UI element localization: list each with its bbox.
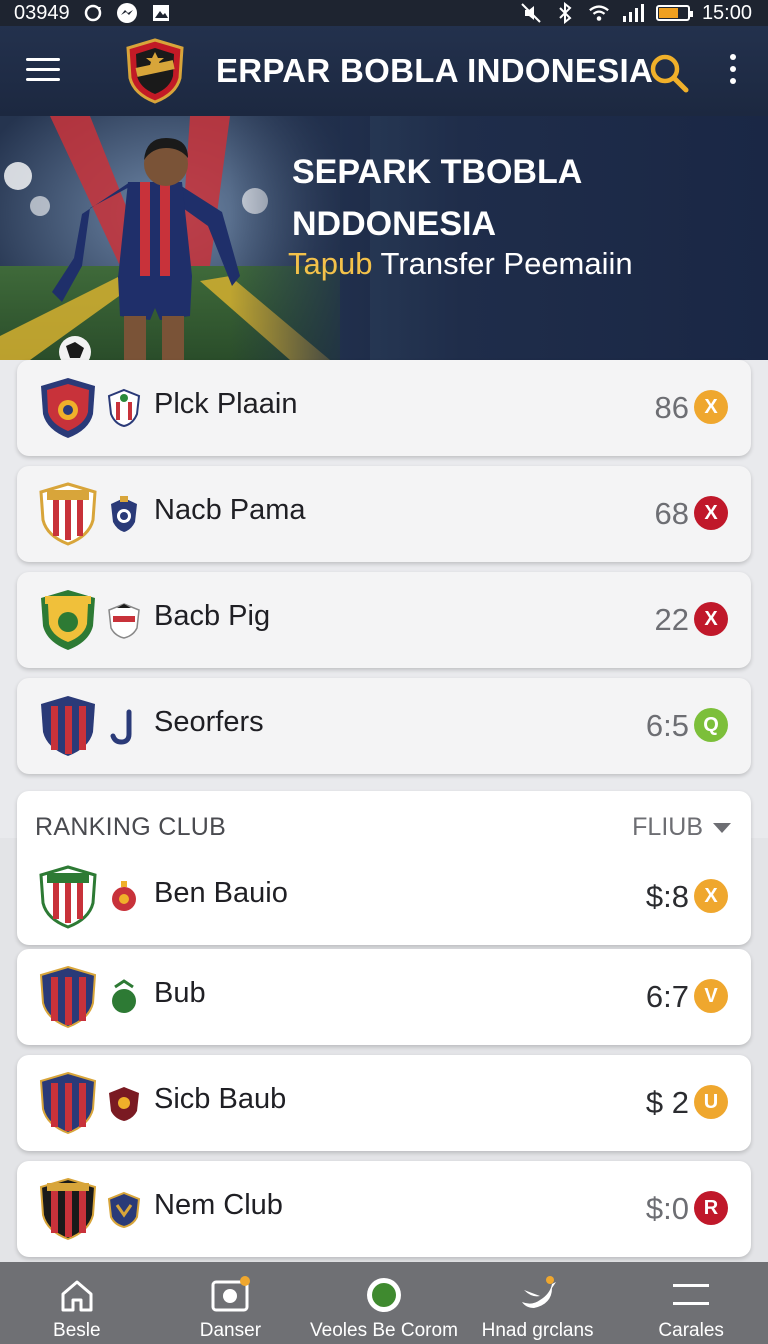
club-logo: [124, 38, 186, 104]
status-badge[interactable]: X: [694, 496, 728, 530]
club-mini-crest: [107, 388, 141, 428]
player-name: Bacb Pig: [154, 600, 271, 632]
player-score: 22: [654, 602, 689, 637]
player-score: 6:5: [645, 708, 689, 743]
club-score: $:8: [645, 879, 689, 914]
status-badge[interactable]: X: [694, 390, 728, 424]
club-mini-crest: [110, 709, 132, 745]
club-mini-crest: [107, 1191, 141, 1229]
club-crest: [39, 965, 97, 1029]
player-row[interactable]: Plck Plaain 86 X: [17, 360, 751, 456]
status-badge[interactable]: V: [694, 979, 728, 1013]
bluetooth-icon: [554, 2, 576, 24]
mute-icon: [520, 2, 542, 24]
signal-icon: [622, 2, 644, 24]
search-icon[interactable]: [648, 52, 690, 94]
club-name: Sicb Baub: [154, 1083, 287, 1115]
nav-item-carales[interactable]: Carales: [614, 1262, 768, 1344]
ranking-filter-dropdown[interactable]: FLIUB: [632, 813, 733, 842]
nav-label: Danser: [199, 1320, 262, 1341]
player-name: Seorfers: [154, 706, 264, 738]
nav-label: Besle: [53, 1320, 101, 1341]
sync-icon: [82, 2, 104, 24]
camera-icon: [211, 1276, 251, 1312]
player-row[interactable]: Seorfers 6:5 Q: [17, 678, 751, 774]
ranking-row[interactable]: Ben Bauio $:8 X: [17, 849, 751, 945]
status-time-left: 03949: [14, 1, 70, 24]
hero-subtitle-accent: Tapub: [288, 246, 373, 281]
ranking-title: RANKING CLUB: [35, 813, 227, 841]
club-crest: [39, 1071, 97, 1135]
status-badge[interactable]: Q: [694, 708, 728, 742]
club-crest: [39, 1177, 97, 1241]
ranking-row[interactable]: Nem Club $:0 R: [17, 1161, 751, 1257]
status-time-right: 15:00: [701, 1, 752, 24]
club-mini-crest: [112, 881, 136, 911]
bottom-navigation: Besle Danser Veoles Be Corom Hnad grclan…: [0, 1262, 768, 1344]
hero-title: SEPARK TBOBLA NDDONESIA: [292, 153, 581, 243]
home-icon: [61, 1280, 93, 1312]
club-name: Ben Bauio: [154, 877, 288, 909]
wifi-icon: [588, 2, 610, 24]
club-mini-crest: [112, 979, 136, 1013]
club-crest: [41, 590, 95, 650]
nav-item-danser[interactable]: Danser: [154, 1262, 308, 1344]
club-score: 6:7: [645, 979, 689, 1014]
player-score: 68: [654, 496, 689, 531]
club-mini-crest: [111, 496, 137, 532]
nav-item-besle[interactable]: Besle: [0, 1262, 154, 1344]
image-icon: [150, 2, 172, 24]
lines-icon: [673, 1284, 710, 1305]
hero-banner[interactable]: SEPARK TBOBLA NDDONESIA Tapub Transfer P…: [0, 116, 768, 360]
ranking-section: RANKING CLUB FLIUB Ben Bauio $:8 X: [17, 791, 751, 945]
club-crest: [41, 696, 95, 756]
player-row[interactable]: Bacb Pig 22 X: [17, 572, 751, 668]
more-vert-icon[interactable]: [722, 54, 744, 94]
player-name: Nacb Pama: [154, 494, 306, 526]
record-icon: [366, 1278, 401, 1312]
status-badge[interactable]: X: [694, 602, 728, 636]
club-mini-crest: [109, 1087, 139, 1121]
nav-item-hnad[interactable]: Hnad grclans: [461, 1262, 615, 1344]
player-row[interactable]: Nacb Pama 68 X: [17, 466, 751, 562]
nav-label: Carales: [658, 1320, 724, 1341]
ranking-row[interactable]: Sicb Baub $ 2 U: [17, 1055, 751, 1151]
player-name: Plck Plaain: [154, 388, 298, 420]
hero-subtitle: Tapub Transfer Peemaiin: [288, 246, 633, 282]
club-crest: [39, 482, 97, 546]
status-badge[interactable]: U: [694, 1085, 728, 1119]
chevron-down-icon: [713, 822, 731, 833]
status-bar: 03949 15:00: [0, 0, 768, 26]
hero-subtitle-rest: Transfer Peemaiin: [372, 246, 633, 281]
club-name: Nem Club: [154, 1189, 283, 1221]
ranking-filter-label: FLIUB: [632, 813, 703, 841]
menu-icon[interactable]: [26, 58, 60, 84]
bird-icon: [521, 1276, 556, 1308]
club-score: $:0: [645, 1191, 689, 1226]
nav-label: Veoles Be Corom: [310, 1320, 458, 1341]
battery-icon: [655, 5, 693, 21]
ranking-row[interactable]: Bub 6:7 V: [17, 949, 751, 1045]
status-badge[interactable]: X: [694, 879, 728, 913]
club-name: Bub: [154, 977, 206, 1009]
app-bar: ERPAR BOBLA INDONESIA: [0, 26, 768, 116]
battery-level: [658, 8, 678, 18]
nav-item-veoles[interactable]: Veoles Be Corom: [307, 1262, 461, 1344]
club-crest: [39, 865, 97, 929]
messenger-icon: [116, 2, 138, 24]
player-score: 86: [654, 390, 689, 425]
status-badge[interactable]: R: [694, 1191, 728, 1225]
club-mini-crest: [108, 603, 140, 639]
club-score: $ 2: [645, 1085, 689, 1120]
club-crest: [41, 378, 95, 438]
app-title: ERPAR BOBLA INDONESIA: [216, 52, 654, 89]
nav-label: Hnad grclans: [481, 1320, 594, 1341]
